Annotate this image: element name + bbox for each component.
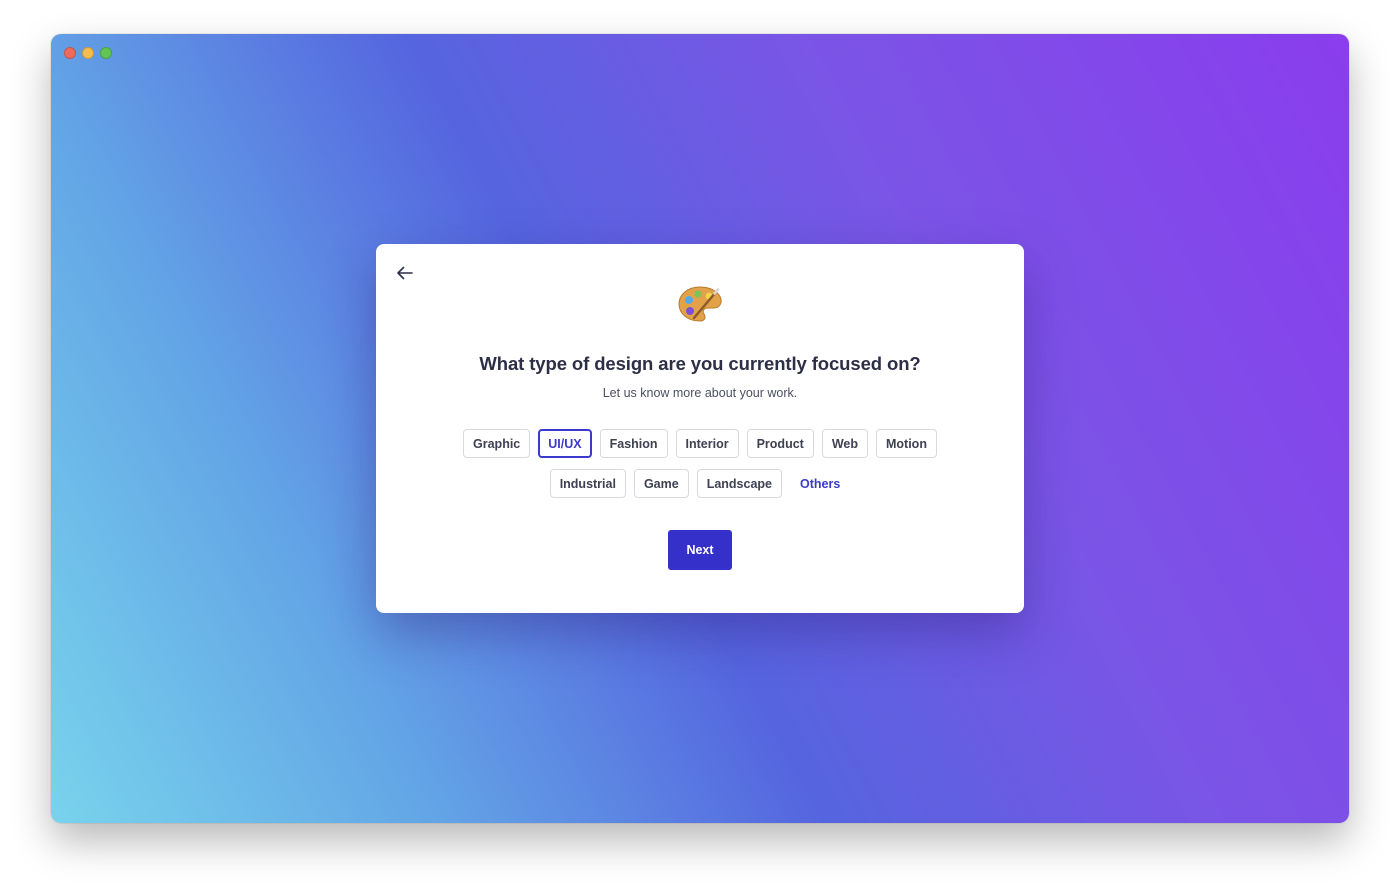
option-interior[interactable]: Interior xyxy=(675,429,739,458)
dialog-title: What type of design are you currently fo… xyxy=(479,353,921,374)
window-maximize-button[interactable] xyxy=(100,47,112,59)
option-industrial[interactable]: Industrial xyxy=(549,469,626,498)
dialog-subtitle: Let us know more about your work. xyxy=(602,386,798,400)
hero-icon-wrap xyxy=(376,284,1024,336)
option-others-link[interactable]: Others xyxy=(790,469,850,498)
back-button[interactable] xyxy=(394,262,416,284)
option-motion[interactable]: Motion xyxy=(876,429,937,458)
window-controls xyxy=(64,47,112,59)
window-minimize-button[interactable] xyxy=(82,47,94,59)
option-web[interactable]: Web xyxy=(821,429,868,458)
onboarding-dialog: What type of design are you currently fo… xyxy=(376,244,1024,613)
option-graphic[interactable]: Graphic xyxy=(463,429,531,458)
design-type-options-row2: Industrial Game Landscape Others xyxy=(376,469,1024,498)
arrow-left-icon xyxy=(397,266,413,280)
artist-palette-icon xyxy=(678,286,722,322)
app-window: What type of design are you currently fo… xyxy=(51,34,1349,823)
window-close-button[interactable] xyxy=(64,47,76,59)
next-button[interactable]: Next xyxy=(668,530,732,570)
option-landscape[interactable]: Landscape xyxy=(696,469,783,498)
option-ui-ux[interactable]: UI/UX xyxy=(538,429,592,458)
option-game[interactable]: Game xyxy=(633,469,689,498)
option-product[interactable]: Product xyxy=(746,429,814,458)
option-fashion[interactable]: Fashion xyxy=(599,429,668,458)
design-type-options-row1: Graphic UI/UX Fashion Interior Product W… xyxy=(376,429,1024,458)
